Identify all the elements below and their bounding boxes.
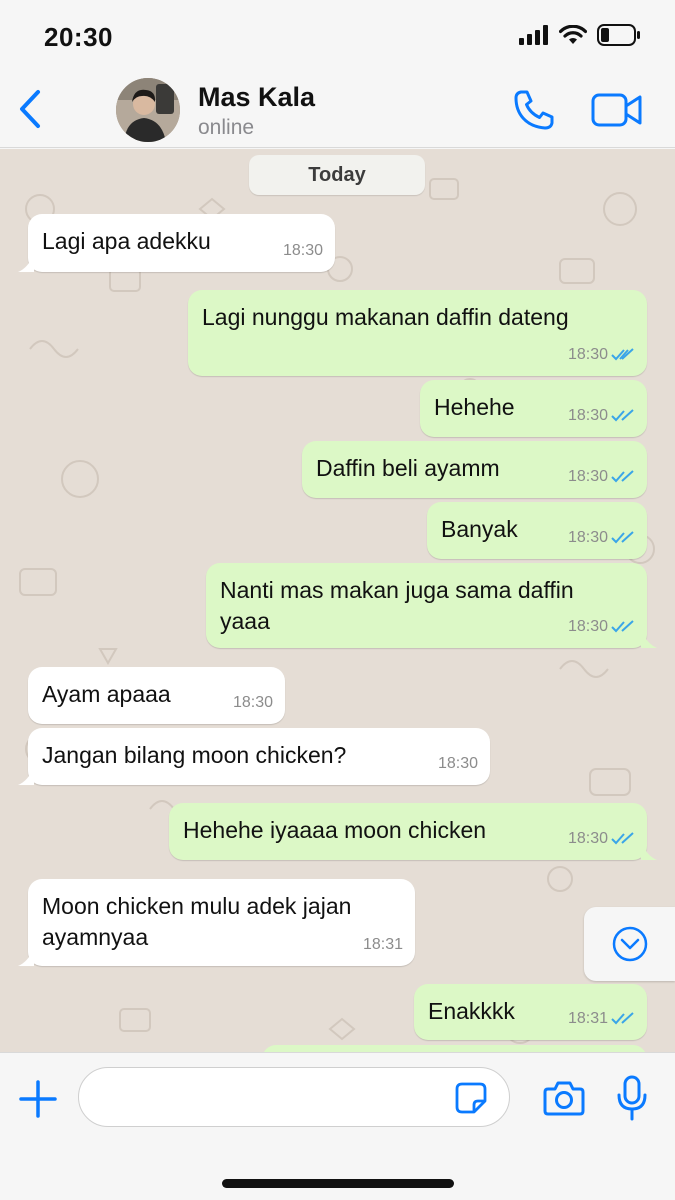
sticker-button[interactable] [454, 1081, 488, 1115]
avatar-photo [116, 78, 180, 142]
bubble-tail [18, 948, 34, 966]
status-time: 20:30 [44, 22, 113, 52]
video-call-icon [591, 93, 642, 127]
battery-icon [597, 24, 640, 46]
message-meta: 18:30 [568, 522, 635, 553]
message-time: 18:30 [567, 529, 608, 546]
message-meta: 18:30 [438, 748, 478, 779]
message-time: 18:30 [567, 830, 608, 847]
signal-icon [519, 25, 548, 45]
message-time: 18:30 [567, 618, 608, 635]
camera-icon [543, 1081, 585, 1116]
camera-button[interactable] [542, 1079, 586, 1117]
chat-area[interactable]: Today Lagi apa adekku 18:30 Lagi nunggu … [0, 149, 675, 1052]
message-bubble-outgoing[interactable]: Hehehe 18:30 [420, 380, 647, 437]
message-bubble-incoming[interactable]: Lagi apa adekku 18:30 [18, 214, 335, 272]
bubble-tail [18, 254, 34, 272]
message-time: 18:30 [567, 346, 608, 363]
back-chevron-icon [20, 90, 40, 128]
message-bubble-outgoing[interactable]: Banyak 18:30 [427, 502, 647, 559]
date-separator: Today [249, 155, 425, 195]
message-bubble-incoming[interactable]: Moon chicken mulu adek jajan ayamnyaa 18… [18, 879, 415, 966]
message-meta: 18:31 [568, 1003, 635, 1034]
read-ticks-icon [611, 408, 634, 421]
bubble-tail [641, 630, 657, 648]
date-label: Today [308, 163, 366, 186]
wifi-icon [559, 25, 587, 44]
message-meta: 18:31 [363, 929, 403, 960]
message-bubble-incoming[interactable]: Ayam apaaa 18:30 [28, 667, 285, 724]
message-bubble-outgoing[interactable] [262, 1045, 647, 1052]
bubble-tail [18, 767, 34, 785]
message-bubble-outgoing[interactable]: Lagi nunggu makanan daffin dateng 18:30 [188, 290, 647, 376]
read-ticks-icon [611, 831, 634, 844]
voice-message-button[interactable] [616, 1075, 648, 1121]
status-icons [519, 24, 641, 46]
scroll-down-icon [612, 926, 647, 962]
contact-status: online [198, 116, 255, 139]
sticker-icon [455, 1082, 487, 1114]
message-text: Lagi apa adekku [42, 228, 211, 254]
message-bubble-outgoing[interactable]: Hehehe iyaaaa moon chicken 18:30 [169, 803, 657, 860]
message-time: 18:30 [282, 242, 323, 259]
message-text: Hehehe iyaaaa moon chicken [183, 817, 487, 843]
input-bar [0, 1052, 675, 1200]
read-ticks-icon [611, 469, 634, 482]
message-meta: 18:30 [568, 339, 635, 370]
voice-call-button[interactable] [512, 88, 556, 132]
message-text: Jangan bilang moon chicken? [42, 742, 347, 768]
message-meta: 18:30 [283, 235, 323, 266]
message-time: 18:30 [437, 755, 478, 772]
contact-name[interactable]: Mas Kala [198, 82, 315, 113]
message-bubble-outgoing[interactable]: Nanti mas makan juga sama daffin yaaa 18… [206, 563, 657, 648]
microphone-icon [617, 1075, 647, 1121]
chat-header: Mas Kala online [0, 72, 675, 148]
read-ticks-icon [611, 347, 634, 360]
message-bubble-outgoing[interactable]: Enakkkk 18:31 [414, 984, 647, 1040]
message-meta: 18:30 [568, 400, 635, 431]
message-time: 18:30 [567, 407, 608, 424]
message-meta: 18:30 [233, 687, 273, 718]
bubble-tail [641, 842, 657, 860]
home-indicator [222, 1179, 454, 1188]
status-bar: 20:30 [0, 0, 675, 72]
message-time: 18:31 [567, 1010, 608, 1027]
message-time: 18:30 [232, 694, 273, 711]
back-button[interactable] [10, 84, 50, 134]
message-text: Moon chicken mulu adek jajan ayamnyaa [42, 893, 352, 950]
read-ticks-icon [611, 619, 634, 632]
read-ticks-icon [611, 530, 634, 543]
message-meta: 18:30 [568, 611, 635, 642]
message-time: 18:30 [567, 468, 608, 485]
read-ticks-icon [611, 1011, 634, 1024]
message-meta: 18:30 [568, 461, 635, 492]
call-icon [514, 90, 554, 130]
message-bubble-incoming[interactable]: Jangan bilang moon chicken? 18:30 [18, 728, 490, 785]
attach-button[interactable] [18, 1079, 58, 1119]
scroll-to-bottom-button[interactable] [584, 907, 675, 981]
message-meta: 18:30 [568, 823, 635, 854]
message-text: Lagi nunggu makanan daffin dateng [202, 304, 569, 330]
message-time: 18:31 [362, 936, 403, 953]
video-call-button[interactable] [590, 90, 644, 130]
avatar[interactable] [116, 78, 180, 142]
message-bubble-outgoing[interactable]: Daffin beli ayamm 18:30 [302, 441, 647, 498]
message-input[interactable] [78, 1067, 510, 1127]
plus-icon [19, 1080, 57, 1118]
